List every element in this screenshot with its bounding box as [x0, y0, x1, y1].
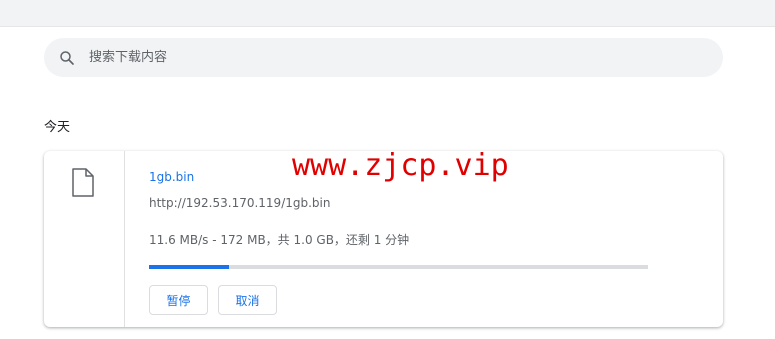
download-progress-fill [149, 265, 229, 269]
download-status-text: 11.6 MB/s - 172 MB，共 1.0 GB，还剩 1 分钟 [149, 233, 410, 247]
file-source-url: http://192.53.170.119/1gb.bin [149, 196, 331, 210]
search-input[interactable] [89, 38, 689, 77]
watermark-text: www.zjcp.vip [292, 148, 509, 183]
cancel-button[interactable]: 取消 [218, 285, 277, 315]
top-toolbar [0, 0, 775, 27]
file-icon [72, 168, 94, 197]
download-progress-bar [149, 265, 648, 269]
search-box[interactable] [44, 38, 723, 77]
downloads-page: 今天 1gb.bin http://192.53.170.119/1gb.bin… [0, 0, 775, 339]
date-section-title: 今天 [44, 120, 71, 135]
pause-button[interactable]: 暂停 [149, 285, 208, 315]
file-name-link[interactable]: 1gb.bin [149, 170, 194, 184]
search-icon [60, 51, 74, 65]
file-icon-column [44, 151, 125, 327]
